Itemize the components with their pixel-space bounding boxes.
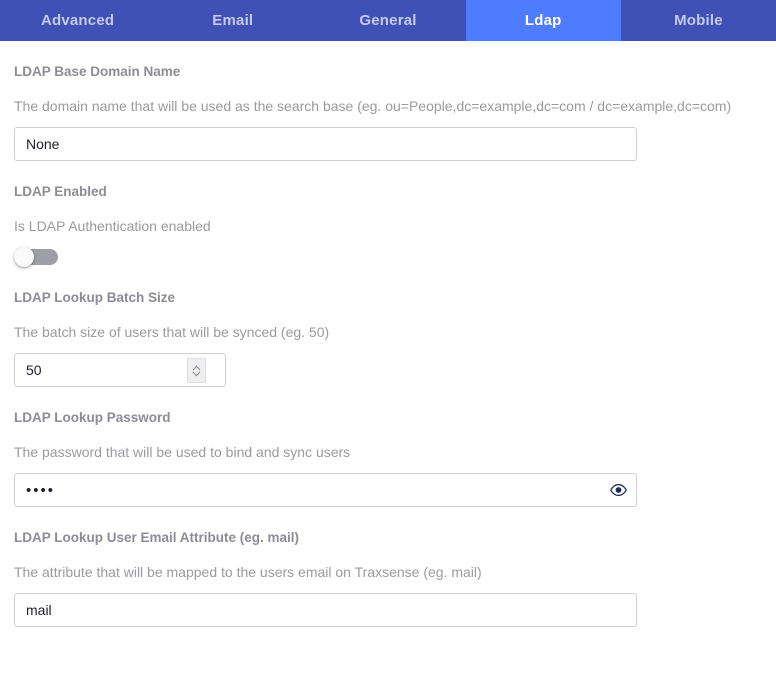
- ldap-lookup-batch-size-stepper[interactable]: [187, 358, 206, 383]
- field-ldap-lookup-batch-size: LDAP Lookup Batch Size The batch size of…: [14, 267, 762, 387]
- password-reveal-button[interactable]: [607, 473, 629, 507]
- tab-ldap[interactable]: Ldap: [465, 0, 621, 41]
- toggle-knob-icon: [14, 247, 34, 267]
- tab-general[interactable]: General: [310, 0, 466, 41]
- ldap-lookup-password-wrapper: [14, 473, 637, 507]
- field-ldap-enabled: LDAP Enabled Is LDAP Authentication enab…: [14, 161, 762, 267]
- ldap-lookup-password-input[interactable]: [14, 473, 637, 507]
- ldap-lookup-user-email-attribute-description: The attribute that will be mapped to the…: [14, 564, 482, 580]
- ldap-enabled-description: Is LDAP Authentication enabled: [14, 218, 211, 234]
- tab-advanced[interactable]: Advanced: [0, 0, 156, 41]
- field-ldap-lookup-password: LDAP Lookup Password The password that w…: [14, 387, 762, 507]
- ldap-base-domain-name-description: The domain name that will be used as the…: [14, 98, 732, 114]
- tab-email[interactable]: Email: [155, 0, 311, 41]
- tab-email-label: Email: [212, 12, 254, 29]
- chevron-down-icon: [192, 371, 201, 377]
- eye-icon: [609, 484, 627, 496]
- ldap-settings-form: LDAP Base Domain Name The domain name th…: [0, 41, 776, 627]
- ldap-lookup-batch-size-label: LDAP Lookup Batch Size: [14, 290, 176, 305]
- ldap-lookup-batch-size-wrapper: [14, 353, 226, 387]
- tab-general-label: General: [359, 12, 417, 29]
- ldap-lookup-user-email-attribute-label: LDAP Lookup User Email Attribute (eg. ma…: [14, 530, 300, 545]
- field-ldap-base-domain-name: LDAP Base Domain Name The domain name th…: [14, 41, 762, 161]
- tab-advanced-label: Advanced: [40, 12, 115, 29]
- ldap-lookup-password-label: LDAP Lookup Password: [14, 410, 171, 425]
- ldap-base-domain-name-input[interactable]: [14, 127, 637, 161]
- ldap-lookup-batch-size-description: The batch size of users that will be syn…: [14, 324, 330, 340]
- tab-ldap-label: Ldap: [524, 12, 562, 29]
- ldap-lookup-user-email-attribute-input[interactable]: [14, 593, 637, 627]
- ldap-base-domain-name-label: LDAP Base Domain Name: [14, 64, 181, 79]
- tab-mobile-label: Mobile: [674, 12, 723, 29]
- settings-tab-bar: Advanced Email General Ldap Mobile: [0, 0, 776, 41]
- ldap-enabled-toggle[interactable]: [14, 247, 60, 267]
- field-ldap-lookup-user-email-attribute: LDAP Lookup User Email Attribute (eg. ma…: [14, 507, 762, 627]
- ldap-enabled-label: LDAP Enabled: [14, 184, 107, 199]
- tab-mobile[interactable]: Mobile: [620, 0, 776, 41]
- ldap-lookup-password-description: The password that will be used to bind a…: [14, 444, 351, 460]
